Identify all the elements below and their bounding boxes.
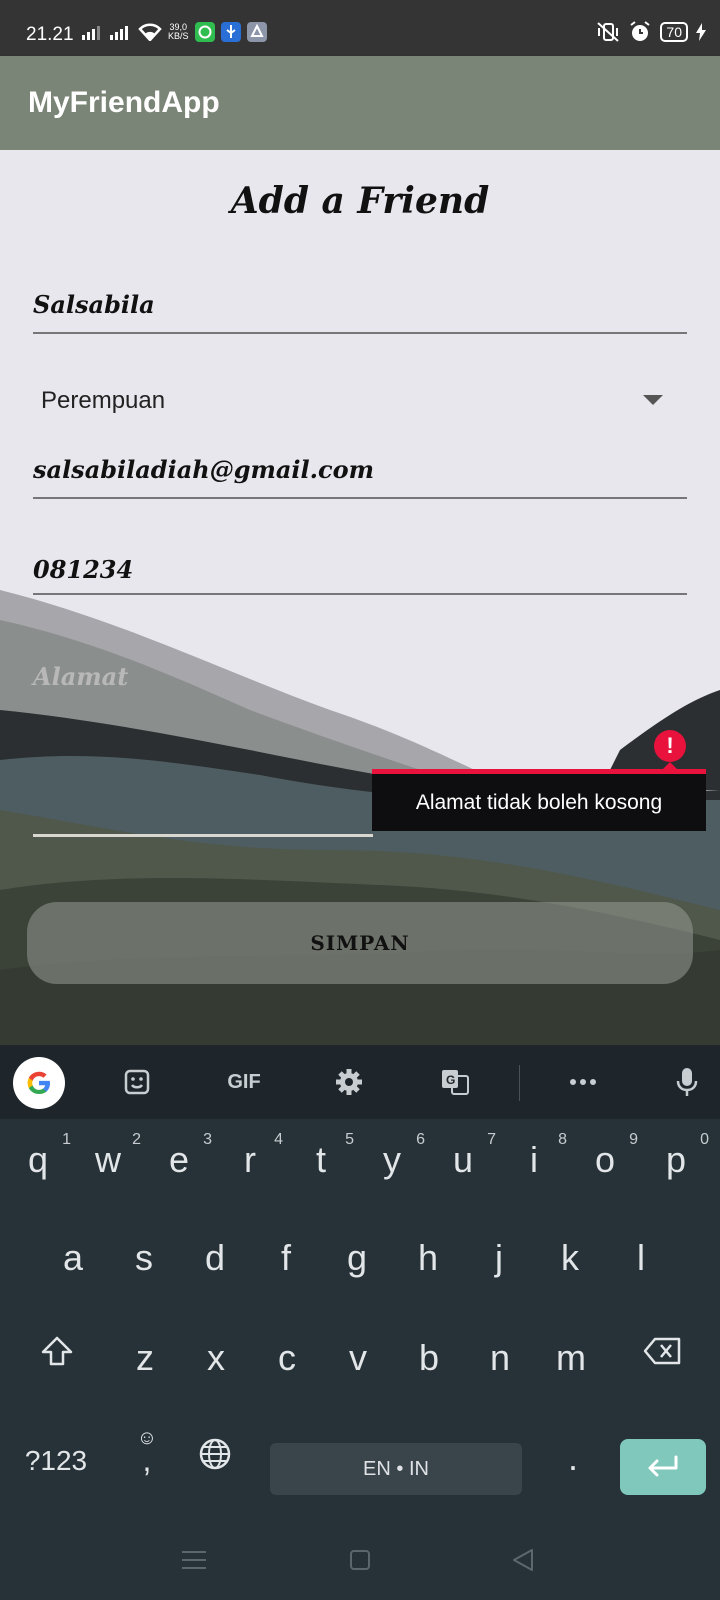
key-z[interactable]: z: [110, 1337, 180, 1379]
key-f[interactable]: f: [251, 1237, 321, 1279]
key-i[interactable]: i8: [499, 1131, 569, 1181]
status-time: 21.21: [26, 24, 74, 45]
key-a[interactable]: a: [38, 1237, 108, 1279]
name-field-value: Salsabila: [33, 290, 155, 319]
name-field[interactable]: Salsabila: [33, 290, 687, 334]
key-v[interactable]: v: [323, 1337, 393, 1379]
svg-text:G: G: [446, 1073, 455, 1087]
share-icon: [246, 22, 267, 42]
usb-icon: [220, 22, 241, 42]
key-j[interactable]: j: [464, 1237, 534, 1279]
key-r[interactable]: r4: [215, 1131, 285, 1181]
key-u[interactable]: u7: [428, 1131, 498, 1181]
key-b[interactable]: b: [394, 1337, 464, 1379]
email-field[interactable]: salsabiladiah@gmail.com: [33, 455, 687, 499]
backspace-icon: [643, 1337, 681, 1365]
microphone-icon[interactable]: [662, 1045, 712, 1119]
wifi-icon: [138, 23, 162, 41]
keyboard-toolbar: GIF G: [0, 1045, 720, 1119]
backspace-key[interactable]: [628, 1334, 698, 1376]
status-bar: 21.21 39,0 KB/S 70: [0, 0, 720, 56]
network-speed: 39,0 KB/S: [168, 22, 189, 41]
key-y[interactable]: y6: [357, 1131, 427, 1181]
email-field-value: salsabiladiah@gmail.com: [33, 455, 375, 484]
symbols-key[interactable]: ?123: [16, 1445, 96, 1477]
sticker-icon[interactable]: [112, 1045, 162, 1119]
key-h[interactable]: h: [393, 1237, 463, 1279]
address-placeholder: Alamat: [33, 662, 129, 691]
gender-dropdown-value: Perempuan: [41, 387, 166, 414]
google-icon[interactable]: [13, 1057, 65, 1109]
key-t[interactable]: t5: [286, 1131, 356, 1181]
save-button-label: SIMPAN: [310, 931, 410, 955]
form-title: Add a Friend: [230, 180, 490, 222]
error-tooltip: Alamat tidak boleh kosong: [372, 769, 706, 831]
translate-icon[interactable]: G: [430, 1045, 480, 1119]
shift-key[interactable]: [22, 1334, 92, 1379]
key-g[interactable]: g: [322, 1237, 392, 1279]
key-n[interactable]: n: [465, 1337, 535, 1379]
key-l[interactable]: l: [606, 1237, 676, 1279]
gear-icon[interactable]: [324, 1045, 374, 1119]
app-bar: MyFriendApp: [0, 56, 720, 150]
signal-icon: [110, 26, 128, 40]
comma-key[interactable]: ☺ ,: [112, 1427, 182, 1476]
more-icon[interactable]: [558, 1045, 608, 1119]
key-d[interactable]: d: [180, 1237, 250, 1279]
enter-key[interactable]: [620, 1439, 706, 1495]
shift-icon: [41, 1336, 73, 1366]
back-icon[interactable]: [512, 1548, 534, 1572]
error-icon: !: [654, 730, 686, 762]
key-m[interactable]: m: [536, 1337, 606, 1379]
globe-icon: [199, 1438, 231, 1470]
phone-field-value: 081234: [33, 555, 134, 584]
vibrate-icon: [597, 22, 620, 42]
dropdown-arrow-icon: [643, 395, 663, 405]
alarm-icon: [630, 21, 651, 41]
key-e[interactable]: e3: [144, 1131, 214, 1181]
form-screen: Add a Friend Salsabila Perempuan salsabi…: [0, 150, 720, 1045]
menu-icon[interactable]: [182, 1550, 206, 1570]
app-title: MyFriendApp: [28, 86, 220, 119]
whatsapp-icon: [194, 22, 215, 42]
key-p[interactable]: p0: [641, 1131, 711, 1181]
period-key[interactable]: .: [538, 1437, 608, 1479]
gif-button[interactable]: GIF: [214, 1045, 274, 1119]
home-icon[interactable]: [350, 1550, 370, 1570]
key-k[interactable]: k: [535, 1237, 605, 1279]
battery-icon: 70: [660, 22, 688, 42]
key-o[interactable]: o9: [570, 1131, 640, 1181]
enter-icon: [648, 1455, 678, 1477]
key-q[interactable]: q1: [3, 1131, 73, 1181]
key-c[interactable]: c: [252, 1337, 322, 1379]
globe-key[interactable]: [180, 1437, 250, 1480]
phone-field[interactable]: 081234: [33, 555, 687, 595]
space-key[interactable]: EN • IN: [270, 1443, 522, 1495]
key-s[interactable]: s: [109, 1237, 179, 1279]
key-x[interactable]: x: [181, 1337, 251, 1379]
save-button[interactable]: SIMPAN: [27, 902, 693, 984]
signal-icon: [82, 26, 100, 40]
navigation-bar: [0, 1510, 720, 1600]
charging-icon: [696, 23, 706, 41]
key-w[interactable]: w2: [73, 1131, 143, 1181]
